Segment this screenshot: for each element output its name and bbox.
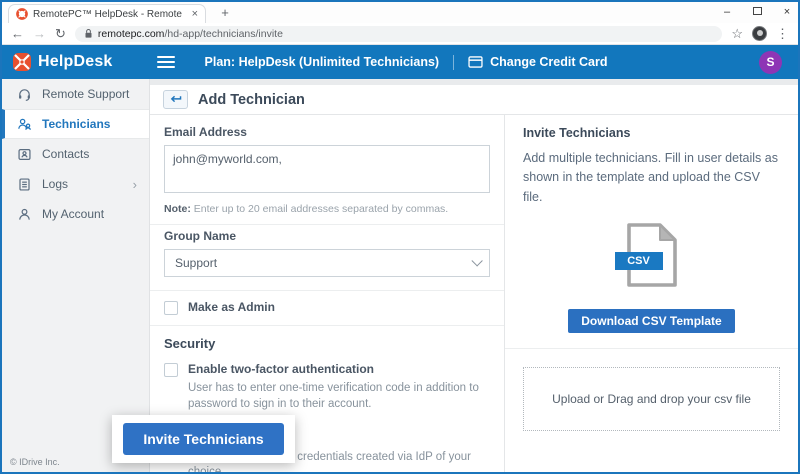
back-arrow-icon [169,94,182,105]
new-tab-button[interactable]: + [216,5,234,20]
plan-label: Plan: HelpDesk (Unlimited Technicians) [205,55,440,69]
sidebar-item-technicians[interactable]: Technicians [2,109,149,139]
panel-title: Invite Technicians [523,126,780,140]
browser-tab[interactable]: RemotePC™ HelpDesk - Remote × [8,4,206,23]
browser-window: RemotePC™ HelpDesk - Remote × + – × ← → … [0,0,800,474]
two-factor-description: User has to enter one-time verification … [188,381,490,412]
invite-button-callout: Invite Technicians [112,415,295,463]
note-text: Enter up to 20 email addresses separated… [191,203,448,215]
chevron-right-icon: › [133,177,137,192]
hamburger-menu-icon[interactable] [157,56,175,68]
email-label: Email Address [164,125,490,139]
url-host: remotepc.com [98,28,165,40]
csv-file-graphic: CSV [624,221,680,294]
window-minimize-button[interactable]: – [720,4,734,20]
lock-icon [84,28,93,39]
sidebar-item-my-account[interactable]: My Account [2,199,149,229]
group-name-select[interactable]: Support [164,249,490,277]
change-credit-card-label: Change Credit Card [490,55,607,69]
two-factor-label: Enable two-factor authentication User ha… [188,362,490,413]
sidebar-item-label: Logs [42,177,68,191]
group-name-value: Support [175,256,217,270]
change-credit-card-button[interactable]: Change Credit Card [468,55,607,69]
sidebar-item-contacts[interactable]: Contacts [2,139,149,169]
download-csv-template-button[interactable]: Download CSV Template [568,309,734,333]
user-avatar[interactable]: S [759,51,782,74]
email-input[interactable]: john@myworld.com, [164,145,490,193]
invite-technicians-button[interactable]: Invite Technicians [123,423,283,455]
browser-profile-avatar[interactable] [752,26,767,41]
chevron-down-icon [471,255,482,266]
divider [150,224,504,225]
divider [150,325,504,326]
person-icon [17,207,32,222]
bookmark-star-icon[interactable]: ☆ [731,27,743,40]
credit-card-icon [468,56,483,68]
technicians-icon [17,117,32,132]
sidebar-item-label: My Account [42,207,104,221]
main-card: Add Technician Email Address john@myworl… [150,85,798,472]
csv-upload-dropzone[interactable]: Upload or Drag and drop your csv file [523,367,780,431]
url-path: /hd-app/technicians/invite [164,28,283,40]
make-admin-checkbox[interactable] [164,301,178,315]
maximize-icon [753,7,762,15]
browser-back-icon[interactable]: ← [11,27,24,40]
two-factor-checkbox[interactable] [164,363,178,377]
favicon-lifebuoy-icon [16,8,28,20]
address-bar[interactable]: remotepc.com/hd-app/technicians/invite [75,26,722,42]
helpdesk-logo-icon [12,52,32,72]
browser-forward-icon[interactable]: → [33,27,46,40]
app-header: HelpDesk Plan: HelpDesk (Unlimited Techn… [2,45,798,79]
url-text: remotepc.com/hd-app/technicians/invite [98,28,283,40]
window-maximize-button[interactable] [750,4,764,20]
page-title: Add Technician [198,92,305,108]
tab-close-icon[interactable]: × [192,8,198,20]
browser-navbar: ← → ↻ remotepc.com/hd-app/technicians/in… [2,23,798,45]
invite-technicians-panel: Invite Technicians Add multiple technici… [505,115,798,472]
upload-text: Upload or Drag and drop your csv file [552,392,751,406]
browser-reload-icon[interactable]: ↻ [55,27,66,40]
divider [505,348,798,349]
brand-title: HelpDesk [38,53,113,71]
back-button[interactable] [163,90,188,109]
browser-menu-icon[interactable]: ⋮ [776,27,789,40]
panel-description: Add multiple technicians. Fill in user d… [523,149,780,207]
window-close-button[interactable]: × [780,4,794,20]
main-area: Add Technician Email Address john@myworl… [150,79,798,472]
sidebar: Remote Support Technicians Contacts [2,79,150,472]
security-section-title: Security [164,336,490,351]
sidebar-item-logs[interactable]: Logs › [2,169,149,199]
headset-icon [17,87,32,102]
sidebar-item-label: Remote Support [42,87,129,101]
copyright-text: © IDrive Inc. [10,457,60,467]
group-name-label: Group Name [164,229,490,243]
csv-badge: CSV [615,252,663,270]
logs-document-icon [17,177,32,192]
note-prefix: Note: [164,203,191,215]
two-factor-row: Enable two-factor authentication User ha… [164,353,490,422]
tab-strip: RemotePC™ HelpDesk - Remote × + – × [2,2,798,23]
sidebar-item-label: Technicians [42,117,110,131]
contact-card-icon [17,147,32,162]
sidebar-item-remote-support[interactable]: Remote Support [2,79,149,109]
make-admin-row: Make as Admin [164,291,490,325]
tab-title: RemotePC™ HelpDesk - Remote [33,9,187,20]
sidebar-item-label: Contacts [42,147,89,161]
email-note: Note: Enter up to 20 email addresses sep… [164,203,490,215]
header-divider [453,55,454,70]
page-body: Remote Support Technicians Contacts [2,79,798,472]
make-admin-label: Make as Admin [188,300,275,316]
page-header-bar: Add Technician [150,85,798,115]
